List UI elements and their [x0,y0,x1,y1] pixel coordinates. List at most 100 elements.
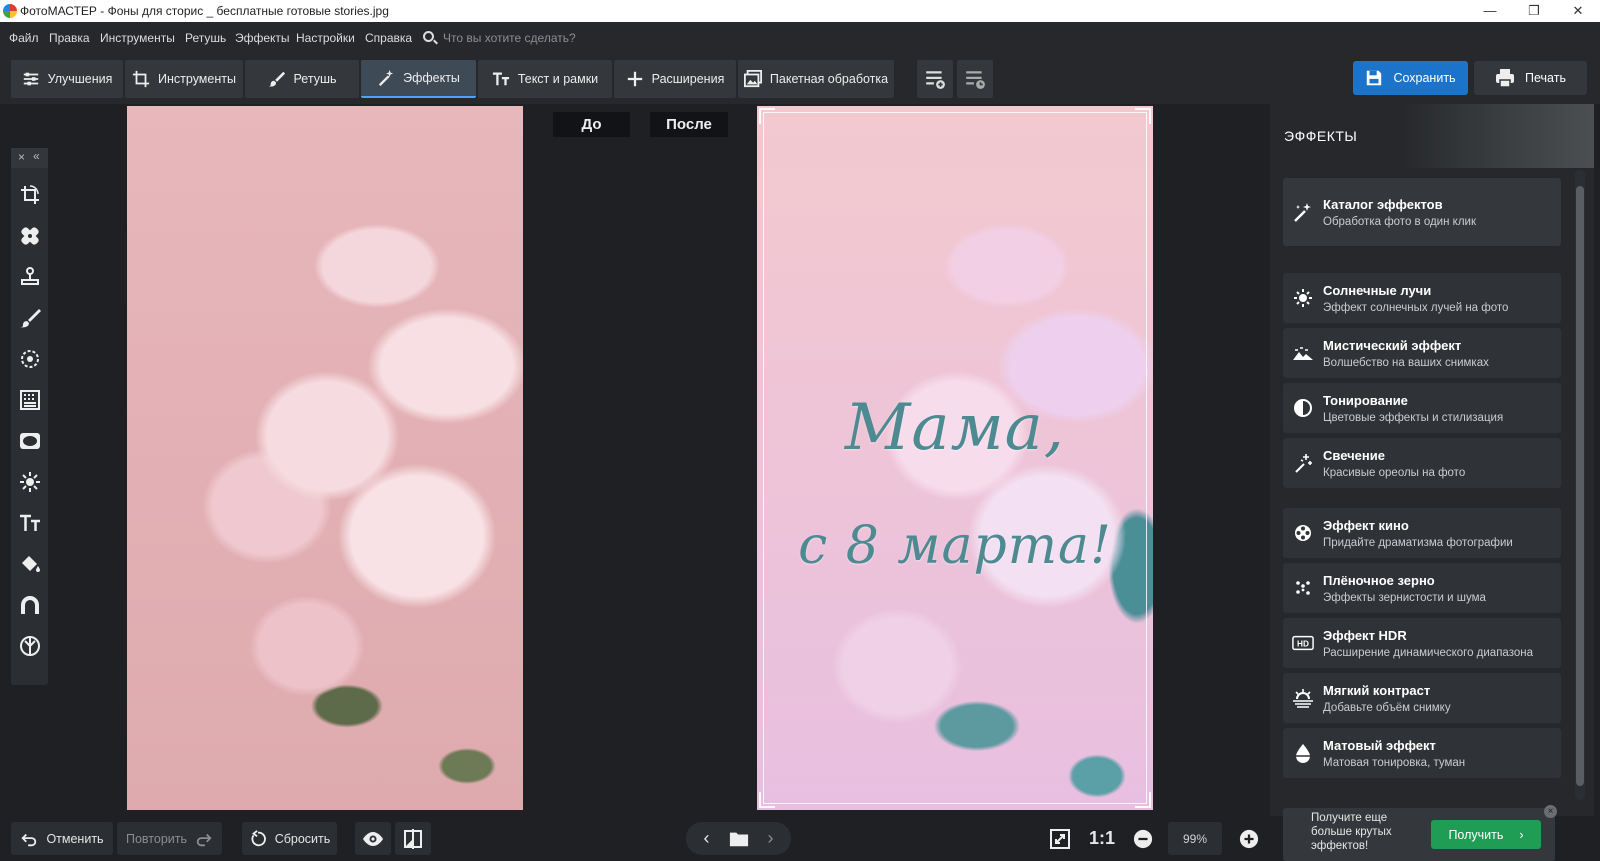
minimize-button[interactable]: — [1468,0,1512,22]
tab-tools[interactable]: Инструменты [125,60,243,98]
history-button[interactable] [957,60,993,98]
fit-to-screen-button[interactable] [1042,822,1078,855]
light-tool[interactable] [16,468,43,495]
brush-tool[interactable] [16,304,43,331]
effect-card-glow[interactable]: Свечение Красивые ореолы на фото [1283,438,1561,488]
magnet-tool[interactable] [16,591,43,618]
redo-button[interactable]: Повторить [117,822,222,855]
radial-filter-icon [20,349,39,368]
card-title: Тонирование [1323,392,1408,408]
scrollbar-thumb[interactable] [1576,186,1584,786]
compare-toggle-button[interactable] [395,822,431,855]
menu-help[interactable]: Справка [365,31,412,45]
brush-icon [19,308,41,327]
patch-tool[interactable] [16,222,43,249]
hdr-icon: HD [1292,635,1314,651]
frame-corner-icon [1135,108,1151,124]
effect-card-hdr[interactable]: HD Эффект HDR Расширение динамического ди… [1283,618,1561,668]
save-label: Сохранить [1393,71,1456,85]
effect-card-soft-contrast[interactable]: Мягкий контраст Добавьте объём снимку [1283,673,1561,723]
mask-tool[interactable] [16,632,43,659]
print-button[interactable]: Печать [1474,61,1587,95]
restore-button[interactable]: ❐ [1512,0,1556,22]
card-subtitle: Красивые ореолы на фото [1323,466,1466,479]
card-subtitle: Матовая тонировка, туман [1323,756,1466,769]
next-image-icon[interactable]: › [755,828,787,849]
before-image [127,106,523,810]
sliders-add-icon [926,71,945,89]
before-label[interactable]: До [553,112,630,137]
tab-extensions[interactable]: Расширения [614,60,736,98]
previous-image-icon[interactable]: ‹ [691,828,723,849]
fill-tool[interactable] [16,550,43,577]
add-preset-button[interactable] [917,60,953,98]
menu-edit[interactable]: Правка [49,31,90,45]
preview-toggle-button[interactable] [355,822,391,855]
card-title: Мистический эффект [1323,337,1462,353]
text-tool[interactable] [16,509,43,536]
effect-card-matte[interactable]: Матовый эффект Матовая тонировка, туман [1283,728,1561,778]
menu-tools[interactable]: Инструменты [100,31,175,45]
greeting-line-1[interactable]: Мама, [757,391,1153,465]
redo-label: Повторить [125,831,187,846]
effect-card-toning[interactable]: Тонирование Цветовые эффекты и стилизация [1283,383,1561,433]
radial-filter-tool[interactable] [16,345,43,372]
grain-icon [1296,581,1310,595]
undo-icon [21,833,37,846]
zoom-out-button[interactable] [1126,822,1160,855]
menu-effects[interactable]: Эффекты [235,31,290,45]
light-icon [19,471,40,492]
main-toolbar: Улучшения Инструменты Ретушь Эффекты Тек… [0,54,1600,104]
sliders-icon [23,72,38,86]
image-navigator: ‹ › [686,822,791,855]
save-button[interactable]: Сохранить [1353,61,1468,95]
effect-card-sun-rays[interactable]: Солнечные лучи Эффект солнечных лучей на … [1283,273,1561,323]
gradient-filter-tool[interactable] [16,386,43,413]
zoom-value-field[interactable]: 99% [1168,822,1222,855]
get-effects-button[interactable]: Получить › [1431,820,1541,849]
effect-card-film-grain[interactable]: Плёночное зерно Эффекты зернистости и шум… [1283,563,1561,613]
zoom-in-button[interactable] [1232,822,1266,855]
card-title: Плёночное зерно [1323,572,1435,588]
close-window-button[interactable]: ✕ [1556,0,1600,22]
greeting-line-2[interactable]: с 8 марта! [757,516,1153,576]
after-label[interactable]: После [650,112,728,137]
soft-contrast-icon [1293,689,1313,708]
close-promo-icon[interactable]: × [1544,805,1557,818]
undo-button[interactable]: Отменить [11,822,113,855]
zoom-1to1-button[interactable]: 1:1 [1082,822,1122,855]
menu-file[interactable]: Файл [9,31,39,45]
collapse-panel-icon[interactable]: « [33,149,40,163]
vignette-tool[interactable] [16,427,43,454]
folder-icon[interactable] [729,829,749,849]
crop-rotate-tool[interactable] [16,181,43,208]
effect-card-cinema[interactable]: Эффект кино Придайте драматизма фотографи… [1283,508,1561,558]
redo-icon [196,833,212,846]
tab-text-frames[interactable]: Текст и рамки [478,60,612,98]
tab-enhancements[interactable]: Улучшения [11,60,123,98]
panel-title: ЭФФЕКТЫ [1284,128,1358,144]
tab-batch[interactable]: Пакетная обработка [738,60,894,98]
tab-retouch[interactable]: Ретушь [245,60,359,98]
stamp-tool[interactable] [16,263,43,290]
tab-effects[interactable]: Эффекты [361,60,476,98]
search-input[interactable]: Что вы хотите сделать? [443,31,576,45]
stamp-icon [20,266,39,285]
effect-card-mystic[interactable]: Мистический эффект Волшебство на ваших сн… [1283,328,1561,378]
effects-panel-header: ЭФФЕКТЫ [1270,104,1594,168]
tab-label: Улучшения [47,72,113,86]
svg-text:HD: HD [1297,640,1309,649]
reset-icon [251,829,266,846]
card-title: Свечение [1323,447,1385,463]
menu-settings[interactable]: Настройки [296,31,355,45]
reset-button[interactable]: Сбросить [242,822,337,855]
plus-circle-icon [1239,829,1259,848]
menu-retouch[interactable]: Ретушь [185,31,226,45]
close-panel-icon[interactable]: × [18,150,25,164]
search-icon[interactable] [423,31,434,42]
half-circle-icon [1294,399,1312,417]
panel-scrollbar[interactable] [1575,170,1585,800]
tab-label: Текст и рамки [517,72,599,86]
effects-catalog-card[interactable]: Каталог эффектов Обработка фото в один кл… [1283,178,1561,246]
sliders-clock-icon [966,71,985,89]
